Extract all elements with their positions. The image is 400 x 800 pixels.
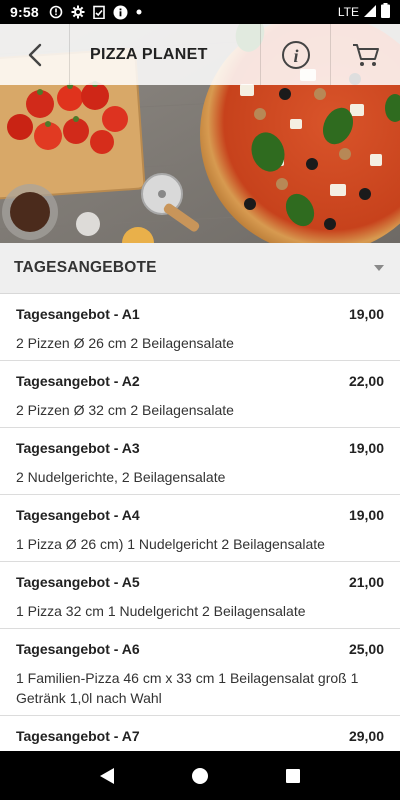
offer-price: 29,00 [348,728,384,744]
offer-description: 2 Nudelgerichte, 2 Beilagensalate [16,469,226,485]
app-bar: PIZZA PLANET i [0,24,400,85]
status-bar: 9:58 LTE [0,0,400,24]
offer-name: Tagesangebot - A1 [16,306,140,322]
offer-price: 21,00 [348,574,384,590]
nav-home-button[interactable] [180,756,220,796]
back-button[interactable] [0,24,70,85]
list-item[interactable]: Tagesangebot - A2 22,00 2 Pizzen Ø 32 cm … [0,361,400,428]
cart-button[interactable] [330,24,400,85]
cart-icon [352,43,379,66]
home-circle-icon [191,767,208,784]
offer-price: 19,00 [348,306,384,322]
section-title: TAGESANGEBOTE [14,259,157,276]
data-saver-icon [49,5,63,19]
offer-price: 19,00 [348,507,384,523]
offer-description: 1 Pizza 32 cm 1 Nudelgericht 2 Beilagens… [16,603,306,619]
back-arrow-icon [28,43,41,66]
network-type: LTE [337,5,359,19]
back-triangle-icon [99,767,114,784]
svg-text:i: i [293,46,298,66]
alert-info-icon [113,5,128,20]
offer-description: 1 Familien-Pizza 46 cm x 33 cm 1 Beilage… [16,670,359,706]
nav-back-button[interactable] [87,756,127,796]
info-button[interactable]: i [260,24,330,85]
notification-dot-icon [136,9,142,15]
offer-description: 1 Pizza Ø 26 cm) 1 Nudelgericht 2 Beilag… [16,536,325,552]
offer-name: Tagesangebot - A6 [16,641,140,657]
offer-price: 25,00 [348,641,384,657]
recents-square-icon [286,768,301,783]
list-item[interactable]: Tagesangebot - A6 25,00 1 Familien-Pizza … [0,629,400,716]
clipboard-check-icon [93,5,105,19]
chevron-down-icon [374,265,384,271]
offer-name: Tagesangebot - A2 [16,373,140,389]
nav-recents-button[interactable] [273,756,313,796]
info-icon: i [281,40,310,69]
hero-banner: PIZZA PLANET i [0,24,400,243]
status-time: 9:58 [10,4,39,20]
signal-icon [363,4,377,21]
list-item[interactable]: Tagesangebot - A1 19,00 2 Pizzen Ø 26 cm … [0,294,400,361]
section-header-tagesangebote[interactable]: TAGESANGEBOTE [0,243,400,294]
list-item[interactable]: Tagesangebot - A5 21,00 1 Pizza 32 cm 1 N… [0,562,400,629]
settings-icon [71,5,85,19]
offer-list: Tagesangebot - A1 19,00 2 Pizzen Ø 26 cm … [0,294,400,751]
list-item[interactable]: Tagesangebot - A7 29,00 [0,716,400,751]
list-item[interactable]: Tagesangebot - A4 19,00 1 Pizza Ø 26 cm) … [0,495,400,562]
offer-description: 2 Pizzen Ø 32 cm 2 Beilagensalate [16,402,234,418]
offer-price: 19,00 [348,440,384,456]
offer-price: 22,00 [348,373,384,389]
page-title: PIZZA PLANET [90,45,208,63]
offer-description: 2 Pizzen Ø 26 cm 2 Beilagensalate [16,335,234,351]
offer-name: Tagesangebot - A7 [16,728,140,744]
system-nav-bar [0,751,400,800]
battery-icon [381,3,390,21]
offer-name: Tagesangebot - A5 [16,574,140,590]
list-item[interactable]: Tagesangebot - A3 19,00 2 Nudelgerichte, … [0,428,400,495]
offer-name: Tagesangebot - A4 [16,507,140,523]
offer-name: Tagesangebot - A3 [16,440,140,456]
